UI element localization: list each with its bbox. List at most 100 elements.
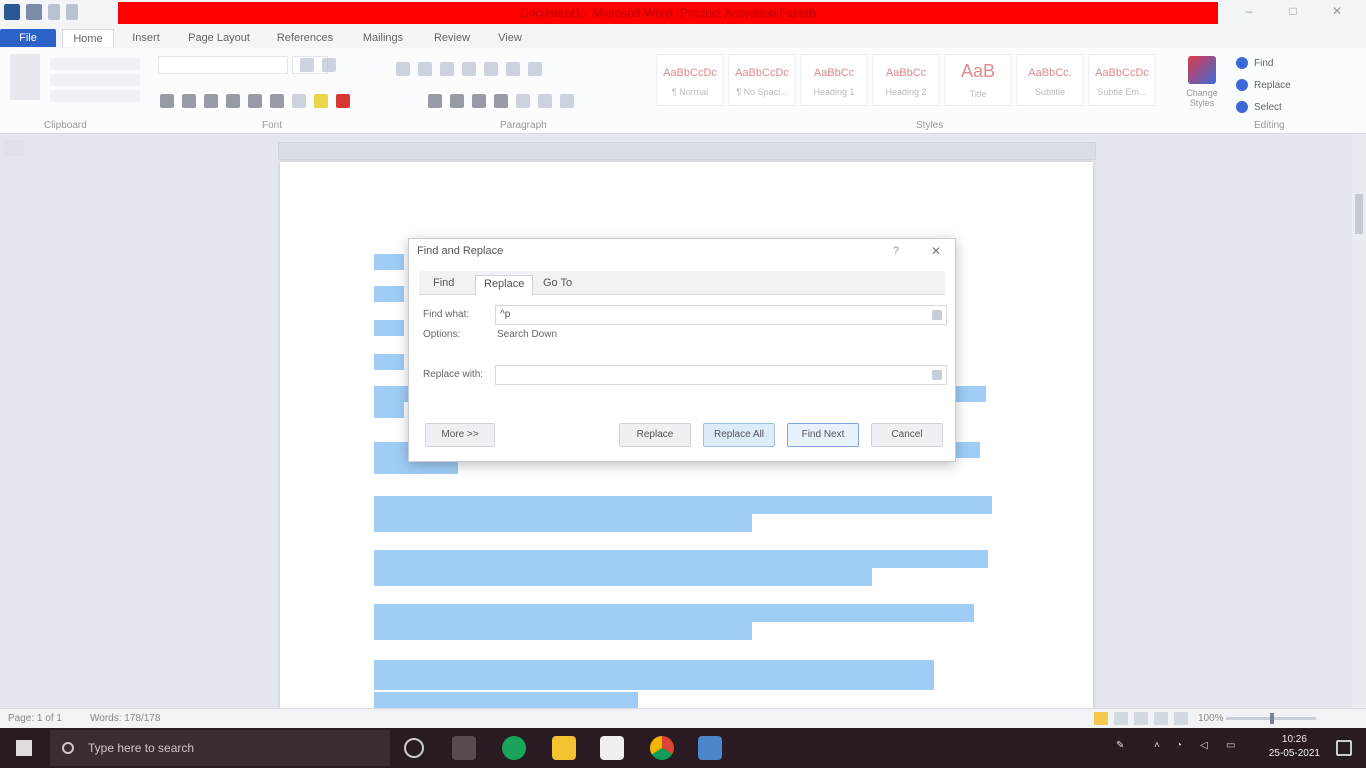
help-button[interactable]: ? xyxy=(893,245,899,257)
style-heading-1[interactable]: AaBbCc Heading 1 xyxy=(800,54,868,106)
style-no-spacing[interactable]: AaBbCcDc ¶ No Spaci... xyxy=(728,54,796,106)
tab-review[interactable]: Review xyxy=(424,29,480,47)
print-layout-view-button[interactable] xyxy=(1094,712,1108,725)
cancel-button[interactable]: Cancel xyxy=(871,423,943,447)
format-painter-button[interactable] xyxy=(50,90,140,102)
cortana-icon[interactable] xyxy=(404,738,424,758)
clock[interactable]: 10:26 25-05-2021 xyxy=(1269,733,1320,761)
notepad-icon[interactable] xyxy=(600,736,624,760)
increase-indent-icon[interactable] xyxy=(484,62,498,76)
vertical-scrollbar[interactable] xyxy=(1352,134,1366,708)
web-layout-view-button[interactable] xyxy=(1134,712,1148,725)
scrollbar-thumb[interactable] xyxy=(1355,194,1363,234)
borders-icon[interactable] xyxy=(560,94,574,108)
ruler-toggle[interactable] xyxy=(4,140,24,156)
grow-font-icon[interactable] xyxy=(300,58,314,72)
tray-chevron-icon[interactable]: ˄ xyxy=(1154,740,1160,751)
outline-view-button[interactable] xyxy=(1154,712,1168,725)
show-marks-icon[interactable] xyxy=(528,62,542,76)
zoom-slider-handle[interactable] xyxy=(1270,713,1274,724)
tab-home[interactable]: Home xyxy=(62,29,114,47)
replace-button[interactable]: Replace xyxy=(1236,76,1356,94)
highlight-icon[interactable] xyxy=(314,94,328,108)
taskbar-search[interactable]: Type here to search xyxy=(50,730,390,766)
notifications-icon[interactable] xyxy=(1336,740,1352,756)
tab-file[interactable]: File xyxy=(0,29,56,47)
decrease-indent-icon[interactable] xyxy=(462,62,476,76)
style-subtitle[interactable]: AaBbCc. Subtitle xyxy=(1016,54,1084,106)
font-name-dropdown[interactable] xyxy=(158,56,288,74)
more-button[interactable]: More >> xyxy=(425,423,495,447)
paste-button[interactable] xyxy=(10,54,40,100)
bullets-icon[interactable] xyxy=(396,62,410,76)
close-button[interactable]: ✕ xyxy=(1330,4,1344,18)
multilevel-list-icon[interactable] xyxy=(440,62,454,76)
tab-references[interactable]: References xyxy=(268,29,342,47)
align-right-icon[interactable] xyxy=(472,94,486,108)
tab-insert[interactable]: Insert xyxy=(122,29,170,47)
tab-replace[interactable]: Replace xyxy=(475,275,534,295)
copy-button[interactable] xyxy=(50,74,140,86)
draft-view-button[interactable] xyxy=(1174,712,1188,725)
zoom-level[interactable]: 100% xyxy=(1198,713,1224,724)
minimize-button[interactable]: – xyxy=(1242,4,1256,18)
network-icon[interactable]: ◔ xyxy=(1176,740,1182,751)
replace-all-button[interactable]: Replace All xyxy=(703,423,775,447)
pen-icon[interactable]: ✎ xyxy=(1116,740,1124,751)
align-left-icon[interactable] xyxy=(428,94,442,108)
line-spacing-icon[interactable] xyxy=(516,94,530,108)
language-icon[interactable]: ▭ xyxy=(1226,740,1235,751)
replace-with-input[interactable] xyxy=(495,365,947,385)
underline-icon[interactable] xyxy=(204,94,218,108)
word-icon[interactable] xyxy=(4,4,20,20)
numbering-icon[interactable] xyxy=(418,62,432,76)
change-styles-button[interactable]: Change Styles xyxy=(1180,56,1224,112)
italic-icon[interactable] xyxy=(182,94,196,108)
redo-icon[interactable] xyxy=(66,4,78,20)
strikethrough-icon[interactable] xyxy=(226,94,240,108)
word-taskbar-icon[interactable] xyxy=(698,736,722,760)
justify-icon[interactable] xyxy=(494,94,508,108)
dialog-close-button[interactable]: ✕ xyxy=(931,244,941,258)
tab-view[interactable]: View xyxy=(488,29,532,47)
find-next-button[interactable]: Find Next xyxy=(787,423,859,447)
cut-button[interactable] xyxy=(50,58,140,70)
find-button[interactable]: Find xyxy=(1236,54,1356,72)
subscript-icon[interactable] xyxy=(248,94,262,108)
task-view-icon[interactable] xyxy=(452,736,476,760)
sort-icon[interactable] xyxy=(506,62,520,76)
tab-mailings[interactable]: Mailings xyxy=(350,29,416,47)
word-count[interactable]: Words: 178/178 xyxy=(90,713,160,724)
save-icon[interactable] xyxy=(26,4,42,20)
page-indicator[interactable]: Page: 1 of 1 xyxy=(8,713,62,724)
superscript-icon[interactable] xyxy=(270,94,284,108)
align-center-icon[interactable] xyxy=(450,94,464,108)
style-heading-2[interactable]: AaBbCc Heading 2 xyxy=(872,54,940,106)
replace-button[interactable]: Replace xyxy=(619,423,691,447)
file-explorer-icon[interactable] xyxy=(552,736,576,760)
text-effects-icon[interactable] xyxy=(292,94,306,108)
volume-icon[interactable]: ◁ xyxy=(1200,740,1208,751)
select-button[interactable]: Select xyxy=(1236,98,1356,116)
find-what-input[interactable]: ^p xyxy=(495,305,947,325)
horizontal-ruler[interactable] xyxy=(278,142,1096,160)
chevron-down-icon[interactable] xyxy=(932,370,942,380)
chevron-down-icon[interactable] xyxy=(932,310,942,320)
bold-icon[interactable] xyxy=(160,94,174,108)
undo-icon[interactable] xyxy=(48,4,60,20)
style-subtle-emphasis[interactable]: AaBbCcDc Subtle Em... xyxy=(1088,54,1156,106)
style-title[interactable]: AaB Title xyxy=(944,54,1012,106)
shrink-font-icon[interactable] xyxy=(322,58,336,72)
tab-page-layout[interactable]: Page Layout xyxy=(178,29,260,47)
full-screen-view-button[interactable] xyxy=(1114,712,1128,725)
tab-find[interactable]: Find xyxy=(425,275,462,295)
maximize-button[interactable]: □ xyxy=(1286,4,1300,18)
whatsapp-icon[interactable] xyxy=(502,736,526,760)
font-color-icon[interactable] xyxy=(336,94,350,108)
zoom-slider[interactable] xyxy=(1226,713,1316,724)
shading-icon[interactable] xyxy=(538,94,552,108)
chrome-icon[interactable] xyxy=(650,736,674,760)
style-normal[interactable]: AaBbCcDc ¶ Normal xyxy=(656,54,724,106)
start-button[interactable] xyxy=(0,728,48,768)
tab-go-to[interactable]: Go To xyxy=(535,275,580,295)
